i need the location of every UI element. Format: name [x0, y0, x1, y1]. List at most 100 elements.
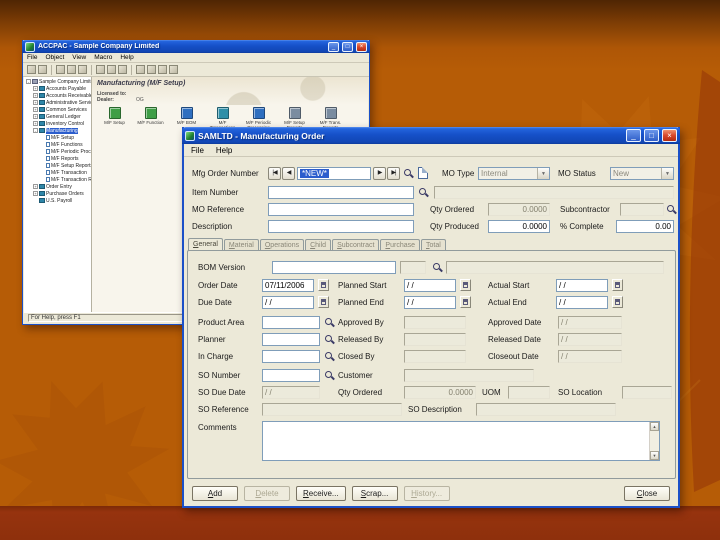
previous-record-button[interactable]: ◀	[282, 167, 295, 180]
tree-item[interactable]: - Sample Company Limited	[24, 78, 91, 85]
due-date-calendar-button[interactable]	[318, 296, 329, 308]
mo-titlebar[interactable]: SAMLTD - Manufacturing Order _ □ ×	[182, 127, 680, 144]
tree-item[interactable]: + Purchase Orders	[24, 190, 91, 197]
menu-item[interactable]: File	[191, 146, 204, 155]
tree-expander[interactable]: +	[33, 184, 38, 189]
tree-expander[interactable]: +	[33, 121, 38, 126]
actual-end-field[interactable]: / /	[556, 296, 608, 309]
tree-expander[interactable]: +	[33, 93, 38, 98]
tree-item[interactable]: + General Ledger	[24, 113, 91, 120]
toolbar-icon[interactable]	[27, 65, 36, 74]
product-area-field[interactable]	[262, 316, 320, 329]
mo-minimize-button[interactable]: _	[626, 129, 641, 142]
scroll-down-icon[interactable]: ▼	[650, 451, 659, 460]
tree-expander[interactable]: +	[33, 100, 38, 105]
tree-item[interactable]: M/F Setup	[24, 134, 91, 141]
menu-item[interactable]: Help	[216, 146, 232, 155]
footer-button[interactable]: Add	[192, 486, 238, 501]
mo-reference-field[interactable]	[268, 203, 414, 216]
item-finder-icon[interactable]	[418, 187, 429, 198]
actual-start-field[interactable]: / /	[556, 279, 608, 292]
toolbar-icon[interactable]	[78, 65, 87, 74]
tree-item[interactable]: + Administrative Services	[24, 99, 91, 106]
module-icon[interactable]: M/F Setup	[98, 107, 131, 130]
last-record-button[interactable]: ▶|	[387, 167, 400, 180]
tree-item[interactable]: + Order Entry	[24, 183, 91, 190]
tree-item[interactable]: U.S. Payroll	[24, 197, 91, 204]
planned-end-calendar-button[interactable]	[460, 296, 471, 308]
tree-expander[interactable]: -	[26, 79, 31, 84]
footer-button[interactable]: Close	[624, 486, 670, 501]
tree-item[interactable]: + Accounts Receivable	[24, 92, 91, 99]
subcontractor-finder-icon[interactable]	[666, 204, 677, 215]
toolbar-icon[interactable]	[107, 65, 116, 74]
accpac-close-button[interactable]: ×	[356, 41, 367, 52]
order-date-field[interactable]: 07/11/2006	[262, 279, 314, 292]
toolbar-icon[interactable]	[118, 65, 127, 74]
tab[interactable]: Purchase	[380, 239, 420, 250]
accpac-maximize-button[interactable]: □	[342, 41, 353, 52]
menu-item[interactable]: Object	[45, 54, 64, 61]
tree-item[interactable]: M/F Transaction Reports	[24, 176, 91, 183]
tree-expander[interactable]: +	[33, 114, 38, 119]
bom-finder-icon[interactable]	[432, 262, 443, 273]
tree-item[interactable]: - Manufacturing	[24, 127, 91, 134]
footer-button[interactable]: Receive...	[296, 486, 346, 501]
in-charge-finder-icon[interactable]	[324, 351, 335, 362]
mo-type-dropdown[interactable]: Internal	[478, 167, 550, 180]
item-number-field[interactable]	[268, 186, 414, 199]
actual-end-calendar-button[interactable]	[612, 296, 623, 308]
new-document-icon[interactable]	[418, 167, 428, 179]
tree-item[interactable]: M/F Reports	[24, 155, 91, 162]
comments-textarea[interactable]: ▲ ▼	[262, 421, 660, 461]
tab[interactable]: Child	[305, 239, 332, 250]
due-date-field[interactable]: / /	[262, 296, 314, 309]
in-charge-field[interactable]	[262, 350, 320, 363]
module-icon[interactable]: M/F Function	[134, 107, 167, 130]
mo-status-dropdown[interactable]: New	[610, 167, 674, 180]
tree-item[interactable]: + Common Services	[24, 106, 91, 113]
planner-field[interactable]	[262, 333, 320, 346]
menu-item[interactable]: File	[27, 54, 37, 61]
planned-end-field[interactable]: / /	[404, 296, 456, 309]
planned-start-field[interactable]: / /	[404, 279, 456, 292]
tree-item[interactable]: + Accounts Payable	[24, 85, 91, 92]
toolbar-icon[interactable]	[67, 65, 76, 74]
toolbar-icon[interactable]	[38, 65, 47, 74]
tree-expander[interactable]: +	[33, 191, 38, 196]
tab[interactable]: Operations	[259, 239, 305, 250]
scroll-up-icon[interactable]: ▲	[650, 422, 659, 431]
tree-item[interactable]: + Inventory Control	[24, 120, 91, 127]
mo-maximize-button[interactable]: □	[644, 129, 659, 142]
menu-item[interactable]: Macro	[94, 54, 112, 61]
menu-item[interactable]: View	[72, 54, 86, 61]
so-number-field[interactable]	[262, 369, 320, 382]
accpac-minimize-button[interactable]: _	[328, 41, 339, 52]
next-record-button[interactable]: ▶	[373, 167, 386, 180]
menu-item[interactable]: Help	[120, 54, 133, 61]
tree-expander[interactable]: +	[33, 86, 38, 91]
footer-button[interactable]: History...	[403, 486, 450, 501]
mfg-order-number-field[interactable]: *NEW*	[297, 167, 371, 180]
comments-scrollbar[interactable]: ▲ ▼	[649, 422, 659, 460]
tree-item[interactable]: M/F Transaction	[24, 169, 91, 176]
actual-start-calendar-button[interactable]	[612, 279, 623, 291]
description-field[interactable]	[268, 220, 414, 233]
tree-item[interactable]: M/F Setup Reports	[24, 162, 91, 169]
planned-start-calendar-button[interactable]	[460, 279, 471, 291]
order-date-calendar-button[interactable]	[318, 279, 329, 291]
tree-item[interactable]: M/F Periodic Processing	[24, 148, 91, 155]
finder-icon[interactable]	[403, 168, 414, 179]
tree-item[interactable]: M/F Functions	[24, 141, 91, 148]
planner-finder-icon[interactable]	[324, 334, 335, 345]
toolbar-icon[interactable]	[158, 65, 167, 74]
pct-complete-field[interactable]: 0.00	[616, 220, 674, 233]
mo-close-button[interactable]: ×	[662, 129, 677, 142]
footer-button[interactable]: Scrap...	[351, 486, 398, 501]
footer-button[interactable]: Delete	[244, 486, 290, 501]
tree-expander[interactable]: -	[33, 128, 38, 133]
tree-expander[interactable]: +	[33, 107, 38, 112]
first-record-button[interactable]: |◀	[268, 167, 281, 180]
tab[interactable]: Subcontract	[332, 239, 380, 250]
tab[interactable]: Total	[421, 239, 446, 250]
